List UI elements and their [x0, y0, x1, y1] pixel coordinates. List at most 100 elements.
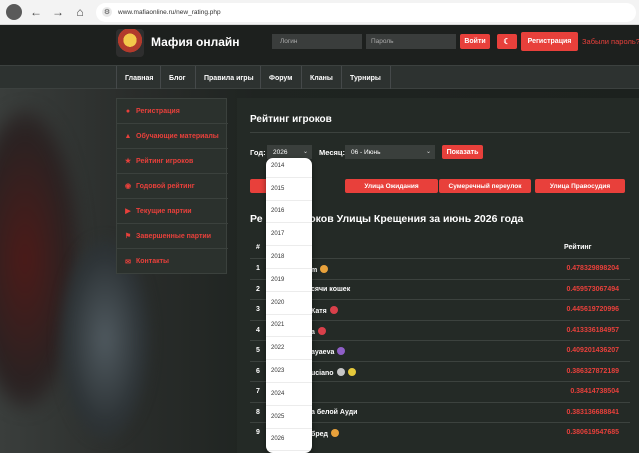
- year-option[interactable]: 2014: [266, 158, 312, 178]
- year-option[interactable]: 2021: [266, 315, 312, 338]
- row-number: 9: [256, 429, 260, 436]
- site-logo[interactable]: [116, 29, 144, 57]
- row-number: 6: [256, 367, 260, 375]
- year-dropdown-list[interactable]: 2014 2015 2016 2017 2018 2019 2020 2021 …: [266, 158, 312, 453]
- year-option[interactable]: 2020: [266, 292, 312, 315]
- player-name[interactable]: бред: [311, 429, 339, 438]
- flag-icon: ⚑: [124, 233, 132, 240]
- year-select[interactable]: 2026 ⌄: [267, 145, 312, 159]
- site-title[interactable]: Мафия онлайн: [151, 35, 240, 49]
- forward-icon[interactable]: →: [50, 4, 66, 20]
- nav-item-home[interactable]: Главная: [125, 66, 153, 90]
- rating-value: 0.478329898204: [566, 265, 619, 272]
- back-icon[interactable]: ←: [28, 4, 44, 20]
- rating-value: 0.445619720996: [566, 306, 619, 313]
- street-tab-justice[interactable]: Улица Правосудия: [535, 179, 625, 193]
- rating-value: 0.380619547685: [566, 429, 619, 436]
- street-tab-twilight[interactable]: Сумеречный переулок: [439, 179, 531, 193]
- player-name[interactable]: Катя: [311, 306, 338, 315]
- chevron-down-icon: ⌄: [302, 149, 308, 155]
- row-number: 4: [256, 326, 260, 334]
- sidebar-item-finished-games[interactable]: ⚑ Завершенные партии: [117, 224, 228, 249]
- envelope-icon: ✉: [125, 258, 131, 266]
- browser-toolbar: ← → ⌂ ⚙ www.mafiaonline.ru/new_rating.ph…: [0, 0, 639, 25]
- address-bar[interactable]: ⚙ www.mafiaonline.ru/new_rating.php: [96, 2, 636, 22]
- year-option[interactable]: 2017: [266, 223, 312, 247]
- nav-item-blog[interactable]: Блог: [169, 66, 186, 90]
- year-option[interactable]: 2022: [266, 337, 312, 361]
- sidebar-item-label: Текущие партии: [136, 207, 192, 215]
- rating-value: 0.409201436207: [566, 347, 619, 354]
- player-name[interactable]: m: [311, 265, 329, 274]
- moon-icon: ☾: [503, 37, 511, 46]
- sidebar-item-tutorials[interactable]: ▲ Обучающие материалы: [117, 124, 228, 149]
- year-option[interactable]: 2018: [266, 246, 312, 269]
- site-header: Мафия онлайн Логин Пароль Войти ☾ Регист…: [0, 25, 639, 65]
- sidebar-item-registration[interactable]: ● Регистрация: [117, 99, 228, 124]
- row-number: 7: [256, 388, 260, 395]
- year-option[interactable]: 2015: [266, 178, 312, 201]
- row-number: 3: [256, 306, 260, 313]
- home-icon[interactable]: ⌂: [72, 4, 88, 20]
- page-title: Рейтинг игроков: [250, 114, 332, 125]
- login-button[interactable]: Войти: [460, 34, 490, 49]
- trophy-icon: [336, 367, 345, 376]
- sidebar-item-contacts[interactable]: ✉ Контакты: [117, 249, 228, 274]
- nav-divider: [195, 66, 196, 90]
- password-input[interactable]: Пароль: [366, 34, 456, 49]
- sidebar-item-label: Завершенные партии: [136, 232, 211, 240]
- year-option[interactable]: 2024: [266, 383, 312, 406]
- rating-value: 0.413336184957: [566, 326, 619, 334]
- sidebar-item-label: Регистрация: [136, 107, 180, 115]
- status-badge-icon: [329, 306, 338, 314]
- year-option[interactable]: 2019: [266, 269, 312, 292]
- row-number: 2: [256, 285, 260, 293]
- show-button[interactable]: Показать: [442, 145, 483, 159]
- year-option[interactable]: 2025: [266, 406, 312, 429]
- sidebar-item-label: Рейтинг игроков: [136, 157, 194, 165]
- player-name-text: бред: [311, 431, 328, 438]
- status-badge-icon: [347, 367, 356, 376]
- year-select-value: 2026: [273, 148, 288, 156]
- year-label: Год:: [250, 148, 266, 157]
- sidebar-item-label: Контакты: [136, 258, 170, 265]
- player-name-text: Катя: [311, 308, 327, 315]
- register-button[interactable]: Регистрация: [521, 32, 578, 51]
- player-name[interactable]: а: [311, 326, 326, 336]
- forgot-password-link[interactable]: Забыли пароль?: [582, 37, 639, 46]
- year-option[interactable]: 2026: [266, 429, 312, 452]
- nav-divider: [160, 66, 161, 90]
- site-info-icon[interactable]: ⚙: [102, 7, 112, 17]
- sidebar-item-player-rating[interactable]: ★ Рейтинг игроков: [117, 149, 228, 174]
- rating-value: 0.383136688841: [566, 408, 619, 416]
- nav-divider: [301, 66, 302, 90]
- theme-toggle-button[interactable]: ☾: [497, 34, 517, 49]
- nav-item-tournaments[interactable]: Турниры: [350, 66, 381, 90]
- nav-divider: [341, 66, 342, 90]
- nav-divider: [116, 66, 117, 90]
- nav-item-clans[interactable]: Кланы: [310, 66, 333, 90]
- year-option[interactable]: 2023: [266, 360, 312, 383]
- url-text: www.mafiaonline.ru/new_rating.php: [118, 8, 221, 16]
- row-number: 1: [256, 265, 260, 272]
- player-name[interactable]: ayaeva: [311, 347, 346, 356]
- sidebar-item-yearly-rating[interactable]: ◉ Годовой рейтинг: [117, 174, 228, 199]
- nav-item-forum[interactable]: Форум: [269, 66, 292, 90]
- player-name[interactable]: сячи кошек: [311, 286, 350, 293]
- main-nav: Главная Блог Правила игры Форум Кланы Ту…: [0, 65, 639, 90]
- login-input[interactable]: Логин: [272, 34, 362, 49]
- player-name-text: ayaeva: [311, 349, 335, 356]
- nav-item-rules[interactable]: Правила игры: [204, 66, 254, 90]
- sidebar-item-current-games[interactable]: ▶ Текущие партии: [117, 199, 228, 224]
- trophy-icon: ★: [124, 158, 132, 165]
- nav-divider: [390, 66, 391, 90]
- player-name[interactable]: а белой Ауди: [311, 409, 357, 416]
- street-tab-waiting[interactable]: Улица Ожидания: [345, 179, 438, 193]
- profile-icon[interactable]: [6, 4, 22, 20]
- player-name[interactable]: uciano: [311, 367, 356, 377]
- status-badge-icon: [317, 326, 326, 335]
- nav-divider: [260, 66, 261, 90]
- year-option[interactable]: 2016: [266, 201, 312, 224]
- row-number: 5: [256, 347, 260, 354]
- month-select[interactable]: 06 - Июнь ⌄: [345, 145, 435, 159]
